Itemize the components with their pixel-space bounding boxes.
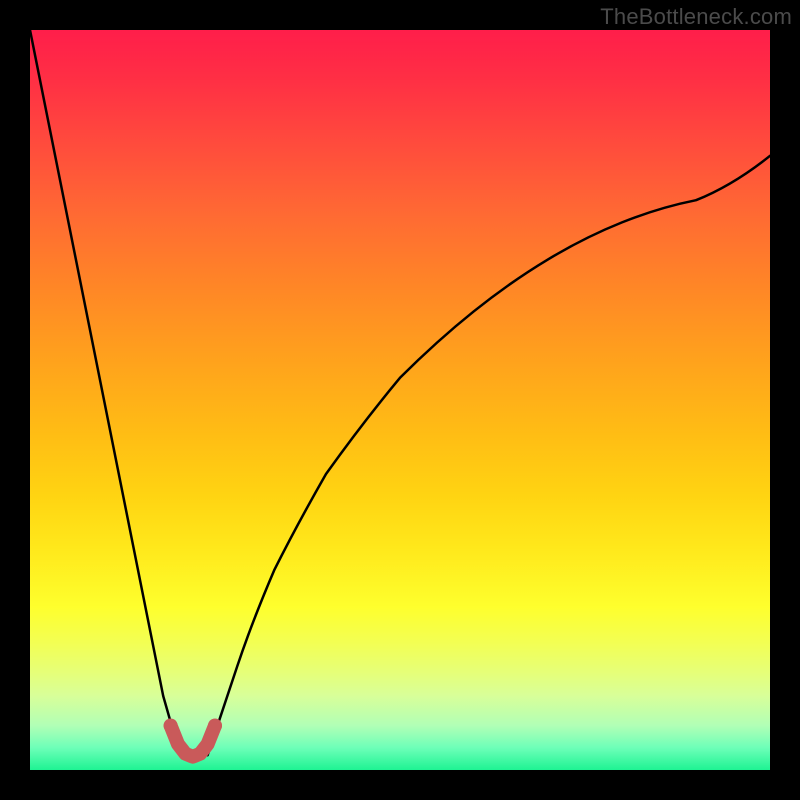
valley-marker-dot	[208, 719, 222, 733]
curve-layer	[30, 30, 770, 770]
watermark-text: TheBottleneck.com	[600, 4, 792, 30]
plot-area	[30, 30, 770, 770]
valley-marker-dot	[164, 719, 178, 733]
curve-right-branch	[208, 156, 770, 755]
valley-marker	[171, 726, 215, 757]
chart-frame: TheBottleneck.com	[0, 0, 800, 800]
curve-left-branch	[30, 30, 185, 755]
